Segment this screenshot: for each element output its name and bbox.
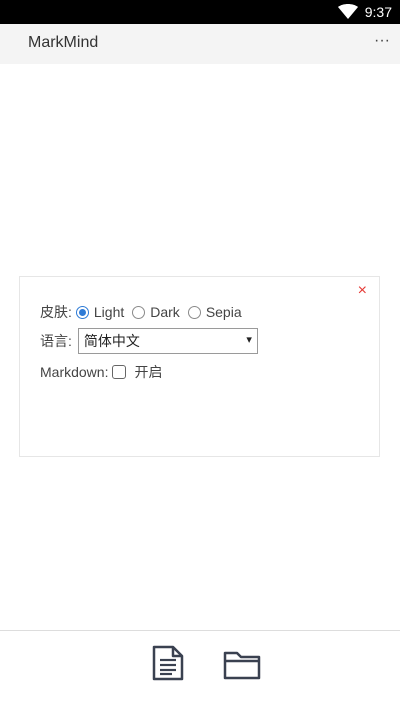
- skin-row: 皮肤: Light Dark Sepia: [40, 303, 246, 321]
- bottom-bar: [0, 630, 400, 710]
- wifi-icon: [338, 4, 358, 19]
- close-icon[interactable]: ×: [358, 283, 367, 299]
- document-icon[interactable]: [152, 645, 184, 681]
- app-bar: MarkMind ···: [0, 24, 400, 64]
- chevron-down-icon: ▾: [246, 334, 252, 346]
- skin-option-light-label[interactable]: Light: [94, 304, 124, 320]
- skin-option-sepia-label[interactable]: Sepia: [206, 304, 242, 320]
- app-title: MarkMind: [28, 34, 99, 51]
- settings-panel: × 皮肤: Light Dark Sepia 语言: 简体中文 ▾ Markdo…: [19, 276, 380, 457]
- language-select-value: 简体中文: [83, 333, 140, 349]
- folder-icon[interactable]: [223, 645, 261, 681]
- skin-radio-dark[interactable]: [132, 305, 146, 319]
- markdown-label: Markdown:: [40, 364, 109, 380]
- language-select[interactable]: 简体中文 ▾: [77, 328, 258, 354]
- skin-radio-light[interactable]: [75, 305, 89, 319]
- skin-option-dark-label[interactable]: Dark: [150, 304, 180, 320]
- markdown-row: Markdown: 开启: [40, 363, 162, 381]
- markdown-toggle-label[interactable]: 开启: [134, 362, 162, 382]
- language-label: 语言:: [40, 333, 72, 349]
- status-time: 9:37: [364, 4, 392, 20]
- skin-radio-sepia[interactable]: [187, 305, 201, 319]
- markdown-checkbox[interactable]: [112, 365, 127, 379]
- skin-label: 皮肤:: [40, 304, 72, 320]
- language-row: 语言: 简体中文 ▾: [40, 328, 258, 354]
- status-bar: 9:37: [0, 0, 400, 24]
- more-menu-button[interactable]: ···: [374, 32, 390, 50]
